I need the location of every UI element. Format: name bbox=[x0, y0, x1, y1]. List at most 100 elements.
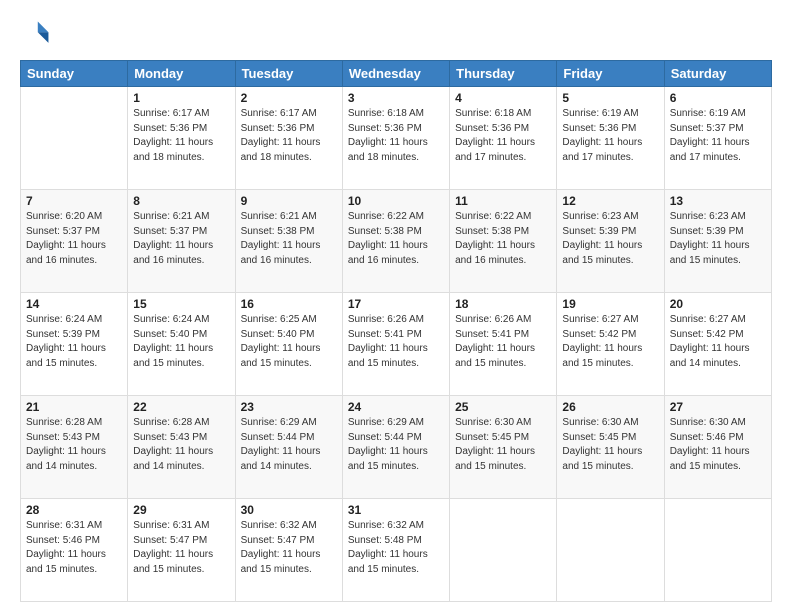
cell-details: Sunrise: 6:22 AM Sunset: 5:38 PM Dayligh… bbox=[455, 210, 551, 268]
cell-details: Sunrise: 6:28 AM Sunset: 5:43 PM Dayligh… bbox=[133, 416, 229, 474]
cell-details: Sunrise: 6:17 AM Sunset: 5:36 PM Dayligh… bbox=[133, 107, 229, 165]
calendar-cell bbox=[557, 499, 664, 602]
day-number: 29 bbox=[133, 503, 229, 517]
day-number: 31 bbox=[348, 503, 444, 517]
cell-details: Sunrise: 6:25 AM Sunset: 5:40 PM Dayligh… bbox=[241, 313, 337, 371]
cell-details: Sunrise: 6:17 AM Sunset: 5:36 PM Dayligh… bbox=[241, 107, 337, 165]
calendar-body: 1 Sunrise: 6:17 AM Sunset: 5:36 PM Daylig… bbox=[21, 87, 772, 602]
day-number: 2 bbox=[241, 91, 337, 105]
calendar-cell: 21 Sunrise: 6:28 AM Sunset: 5:43 PM Dayli… bbox=[21, 396, 128, 499]
cell-details: Sunrise: 6:32 AM Sunset: 5:47 PM Dayligh… bbox=[241, 519, 337, 577]
cell-details: Sunrise: 6:26 AM Sunset: 5:41 PM Dayligh… bbox=[455, 313, 551, 371]
cell-details: Sunrise: 6:24 AM Sunset: 5:39 PM Dayligh… bbox=[26, 313, 122, 371]
day-number: 25 bbox=[455, 400, 551, 414]
calendar-cell: 2 Sunrise: 6:17 AM Sunset: 5:36 PM Daylig… bbox=[235, 87, 342, 190]
calendar-week-4: 21 Sunrise: 6:28 AM Sunset: 5:43 PM Dayli… bbox=[21, 396, 772, 499]
cell-details: Sunrise: 6:28 AM Sunset: 5:43 PM Dayligh… bbox=[26, 416, 122, 474]
day-number: 8 bbox=[133, 194, 229, 208]
calendar-cell: 5 Sunrise: 6:19 AM Sunset: 5:36 PM Daylig… bbox=[557, 87, 664, 190]
header-day-friday: Friday bbox=[557, 61, 664, 87]
day-number: 14 bbox=[26, 297, 122, 311]
calendar-cell: 3Sunrise: 6:18 AM Sunset: 5:36 PM Daylig… bbox=[342, 87, 449, 190]
header-day-sunday: Sunday bbox=[21, 61, 128, 87]
cell-details: Sunrise: 6:23 AM Sunset: 5:39 PM Dayligh… bbox=[670, 210, 766, 268]
calendar-cell bbox=[664, 499, 771, 602]
calendar-cell: 11 Sunrise: 6:22 AM Sunset: 5:38 PM Dayli… bbox=[450, 190, 557, 293]
calendar-cell bbox=[450, 499, 557, 602]
cell-details: Sunrise: 6:23 AM Sunset: 5:39 PM Dayligh… bbox=[562, 210, 658, 268]
calendar-cell: 12 Sunrise: 6:23 AM Sunset: 5:39 PM Dayli… bbox=[557, 190, 664, 293]
logo bbox=[20, 18, 56, 50]
cell-details: Sunrise: 6:32 AM Sunset: 5:48 PM Dayligh… bbox=[348, 519, 444, 577]
calendar-cell: 15 Sunrise: 6:24 AM Sunset: 5:40 PM Dayli… bbox=[128, 293, 235, 396]
calendar-cell: 22 Sunrise: 6:28 AM Sunset: 5:43 PM Dayli… bbox=[128, 396, 235, 499]
cell-details: Sunrise: 6:20 AM Sunset: 5:37 PM Dayligh… bbox=[26, 210, 122, 268]
day-number: 16 bbox=[241, 297, 337, 311]
day-number: 13 bbox=[670, 194, 766, 208]
day-number: 6 bbox=[670, 91, 766, 105]
cell-details: Sunrise: 6:26 AM Sunset: 5:41 PM Dayligh… bbox=[348, 313, 444, 371]
day-number: 17 bbox=[348, 297, 444, 311]
cell-details: Sunrise: 6:31 AM Sunset: 5:47 PM Dayligh… bbox=[133, 519, 229, 577]
calendar-page: SundayMondayTuesdayWednesdayThursdayFrid… bbox=[0, 0, 792, 612]
cell-details: Sunrise: 6:24 AM Sunset: 5:40 PM Dayligh… bbox=[133, 313, 229, 371]
day-number: 9 bbox=[241, 194, 337, 208]
calendar-cell: 7Sunrise: 6:20 AM Sunset: 5:37 PM Daylig… bbox=[21, 190, 128, 293]
day-number: 5 bbox=[562, 91, 658, 105]
day-number: 20 bbox=[670, 297, 766, 311]
header-row: SundayMondayTuesdayWednesdayThursdayFrid… bbox=[21, 61, 772, 87]
calendar-cell: 23 Sunrise: 6:29 AM Sunset: 5:44 PM Dayli… bbox=[235, 396, 342, 499]
calendar-cell: 31 Sunrise: 6:32 AM Sunset: 5:48 PM Dayli… bbox=[342, 499, 449, 602]
calendar-header: SundayMondayTuesdayWednesdayThursdayFrid… bbox=[21, 61, 772, 87]
day-number: 23 bbox=[241, 400, 337, 414]
header-day-wednesday: Wednesday bbox=[342, 61, 449, 87]
day-number: 15 bbox=[133, 297, 229, 311]
cell-details: Sunrise: 6:19 AM Sunset: 5:36 PM Dayligh… bbox=[562, 107, 658, 165]
cell-details: Sunrise: 6:30 AM Sunset: 5:45 PM Dayligh… bbox=[455, 416, 551, 474]
cell-details: Sunrise: 6:30 AM Sunset: 5:46 PM Dayligh… bbox=[670, 416, 766, 474]
cell-details: Sunrise: 6:29 AM Sunset: 5:44 PM Dayligh… bbox=[348, 416, 444, 474]
day-number: 28 bbox=[26, 503, 122, 517]
cell-details: Sunrise: 6:21 AM Sunset: 5:38 PM Dayligh… bbox=[241, 210, 337, 268]
cell-details: Sunrise: 6:18 AM Sunset: 5:36 PM Dayligh… bbox=[455, 107, 551, 165]
calendar-cell: 20 Sunrise: 6:27 AM Sunset: 5:42 PM Dayli… bbox=[664, 293, 771, 396]
calendar-cell: 18Sunrise: 6:26 AM Sunset: 5:41 PM Dayli… bbox=[450, 293, 557, 396]
calendar-cell: 10Sunrise: 6:22 AM Sunset: 5:38 PM Dayli… bbox=[342, 190, 449, 293]
calendar-cell: 28 Sunrise: 6:31 AM Sunset: 5:46 PM Dayli… bbox=[21, 499, 128, 602]
cell-details: Sunrise: 6:27 AM Sunset: 5:42 PM Dayligh… bbox=[562, 313, 658, 371]
calendar-week-1: 1 Sunrise: 6:17 AM Sunset: 5:36 PM Daylig… bbox=[21, 87, 772, 190]
calendar-week-3: 14 Sunrise: 6:24 AM Sunset: 5:39 PM Dayli… bbox=[21, 293, 772, 396]
calendar-cell: 27 Sunrise: 6:30 AM Sunset: 5:46 PM Dayli… bbox=[664, 396, 771, 499]
day-number: 30 bbox=[241, 503, 337, 517]
cell-details: Sunrise: 6:27 AM Sunset: 5:42 PM Dayligh… bbox=[670, 313, 766, 371]
day-number: 1 bbox=[133, 91, 229, 105]
cell-details: Sunrise: 6:31 AM Sunset: 5:46 PM Dayligh… bbox=[26, 519, 122, 577]
calendar-cell bbox=[21, 87, 128, 190]
day-number: 12 bbox=[562, 194, 658, 208]
cell-details: Sunrise: 6:29 AM Sunset: 5:44 PM Dayligh… bbox=[241, 416, 337, 474]
day-number: 10 bbox=[348, 194, 444, 208]
calendar-cell: 13 Sunrise: 6:23 AM Sunset: 5:39 PM Dayli… bbox=[664, 190, 771, 293]
day-number: 22 bbox=[133, 400, 229, 414]
header-day-thursday: Thursday bbox=[450, 61, 557, 87]
calendar-cell: 30 Sunrise: 6:32 AM Sunset: 5:47 PM Dayli… bbox=[235, 499, 342, 602]
calendar-week-5: 28 Sunrise: 6:31 AM Sunset: 5:46 PM Dayli… bbox=[21, 499, 772, 602]
day-number: 21 bbox=[26, 400, 122, 414]
day-number: 3 bbox=[348, 91, 444, 105]
calendar-cell: 4Sunrise: 6:18 AM Sunset: 5:36 PM Daylig… bbox=[450, 87, 557, 190]
header-day-monday: Monday bbox=[128, 61, 235, 87]
calendar-cell: 26Sunrise: 6:30 AM Sunset: 5:45 PM Dayli… bbox=[557, 396, 664, 499]
header-day-saturday: Saturday bbox=[664, 61, 771, 87]
calendar-cell: 1 Sunrise: 6:17 AM Sunset: 5:36 PM Daylig… bbox=[128, 87, 235, 190]
cell-details: Sunrise: 6:19 AM Sunset: 5:37 PM Dayligh… bbox=[670, 107, 766, 165]
header-day-tuesday: Tuesday bbox=[235, 61, 342, 87]
logo-icon bbox=[20, 18, 52, 50]
day-number: 27 bbox=[670, 400, 766, 414]
calendar-table: SundayMondayTuesdayWednesdayThursdayFrid… bbox=[20, 60, 772, 602]
day-number: 11 bbox=[455, 194, 551, 208]
day-number: 24 bbox=[348, 400, 444, 414]
calendar-cell: 9 Sunrise: 6:21 AM Sunset: 5:38 PM Daylig… bbox=[235, 190, 342, 293]
calendar-cell: 17 Sunrise: 6:26 AM Sunset: 5:41 PM Dayli… bbox=[342, 293, 449, 396]
calendar-cell: 25 Sunrise: 6:30 AM Sunset: 5:45 PM Dayli… bbox=[450, 396, 557, 499]
day-number: 26 bbox=[562, 400, 658, 414]
